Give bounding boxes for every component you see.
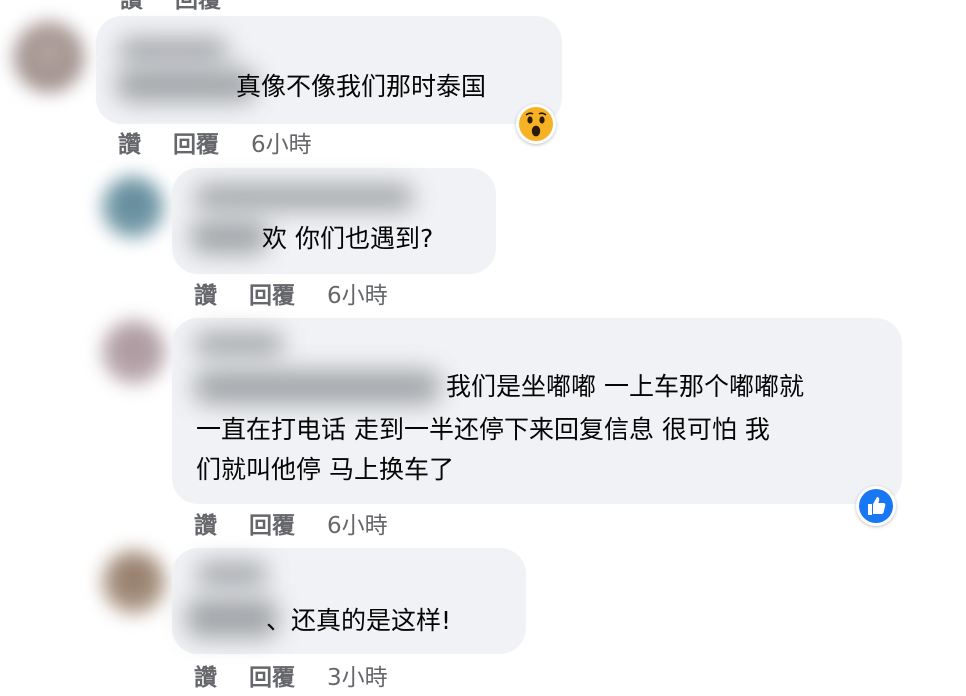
timestamp[interactable]: 6小時 [327, 276, 388, 310]
reply-button[interactable]: 回覆 [249, 506, 295, 540]
comment-text-line: 们就叫他停 马上换车了 [196, 455, 454, 484]
timestamp[interactable]: 6小時 [251, 125, 312, 159]
comment-blurred-prefix [186, 598, 278, 638]
comment-text-line: 一直在打电话 走到一半还停下来回复信息 很可怕 我 [196, 415, 770, 444]
reply-button[interactable]: 回覆 [173, 125, 219, 159]
comment-actions: 讚 回覆 6小時 [118, 125, 312, 159]
like-button[interactable]: 讚 [118, 125, 141, 159]
reaction-like[interactable] [856, 486, 896, 526]
comment-text: 、还真的是这样! [266, 606, 452, 635]
author-name[interactable] [194, 184, 414, 210]
author-name[interactable] [118, 38, 228, 62]
comment-text: 真像不像我们那时泰国 [236, 72, 487, 101]
comment-blurred-prefix [194, 370, 440, 404]
avatar[interactable] [102, 550, 166, 614]
like-button[interactable]: 讚 [194, 276, 217, 310]
previous-actions-fragment: 讚 回覆 [120, 0, 222, 13]
avatar[interactable] [102, 320, 166, 384]
reaction-wow[interactable] [516, 104, 556, 144]
avatar[interactable] [14, 22, 84, 92]
timestamp[interactable]: 6小時 [327, 506, 388, 540]
wow-icon [519, 107, 553, 141]
author-name[interactable] [196, 562, 268, 586]
thumbs-up-icon [859, 489, 893, 523]
comment-text-line: 我们是坐嘟嘟 一上车那个嘟嘟就 [446, 372, 804, 401]
comment-actions: 讚 回覆 6小時 [194, 506, 388, 540]
like-button[interactable]: 讚 [194, 506, 217, 540]
reply-button[interactable]: 回覆 [249, 658, 295, 692]
like-button[interactable]: 讚 [194, 658, 217, 692]
comment-text: 欢 你们也遇到? [262, 224, 434, 253]
comment-blurred-prefix [116, 68, 256, 102]
avatar[interactable] [102, 176, 164, 238]
author-name[interactable] [194, 332, 284, 356]
reply-button[interactable]: 回覆 [249, 276, 295, 310]
comment-actions: 讚 回覆 3小時 [194, 658, 388, 692]
timestamp[interactable]: 3小時 [327, 658, 388, 692]
comment-actions: 讚 回覆 6小時 [194, 276, 388, 310]
comment-blurred-prefix [190, 220, 268, 254]
